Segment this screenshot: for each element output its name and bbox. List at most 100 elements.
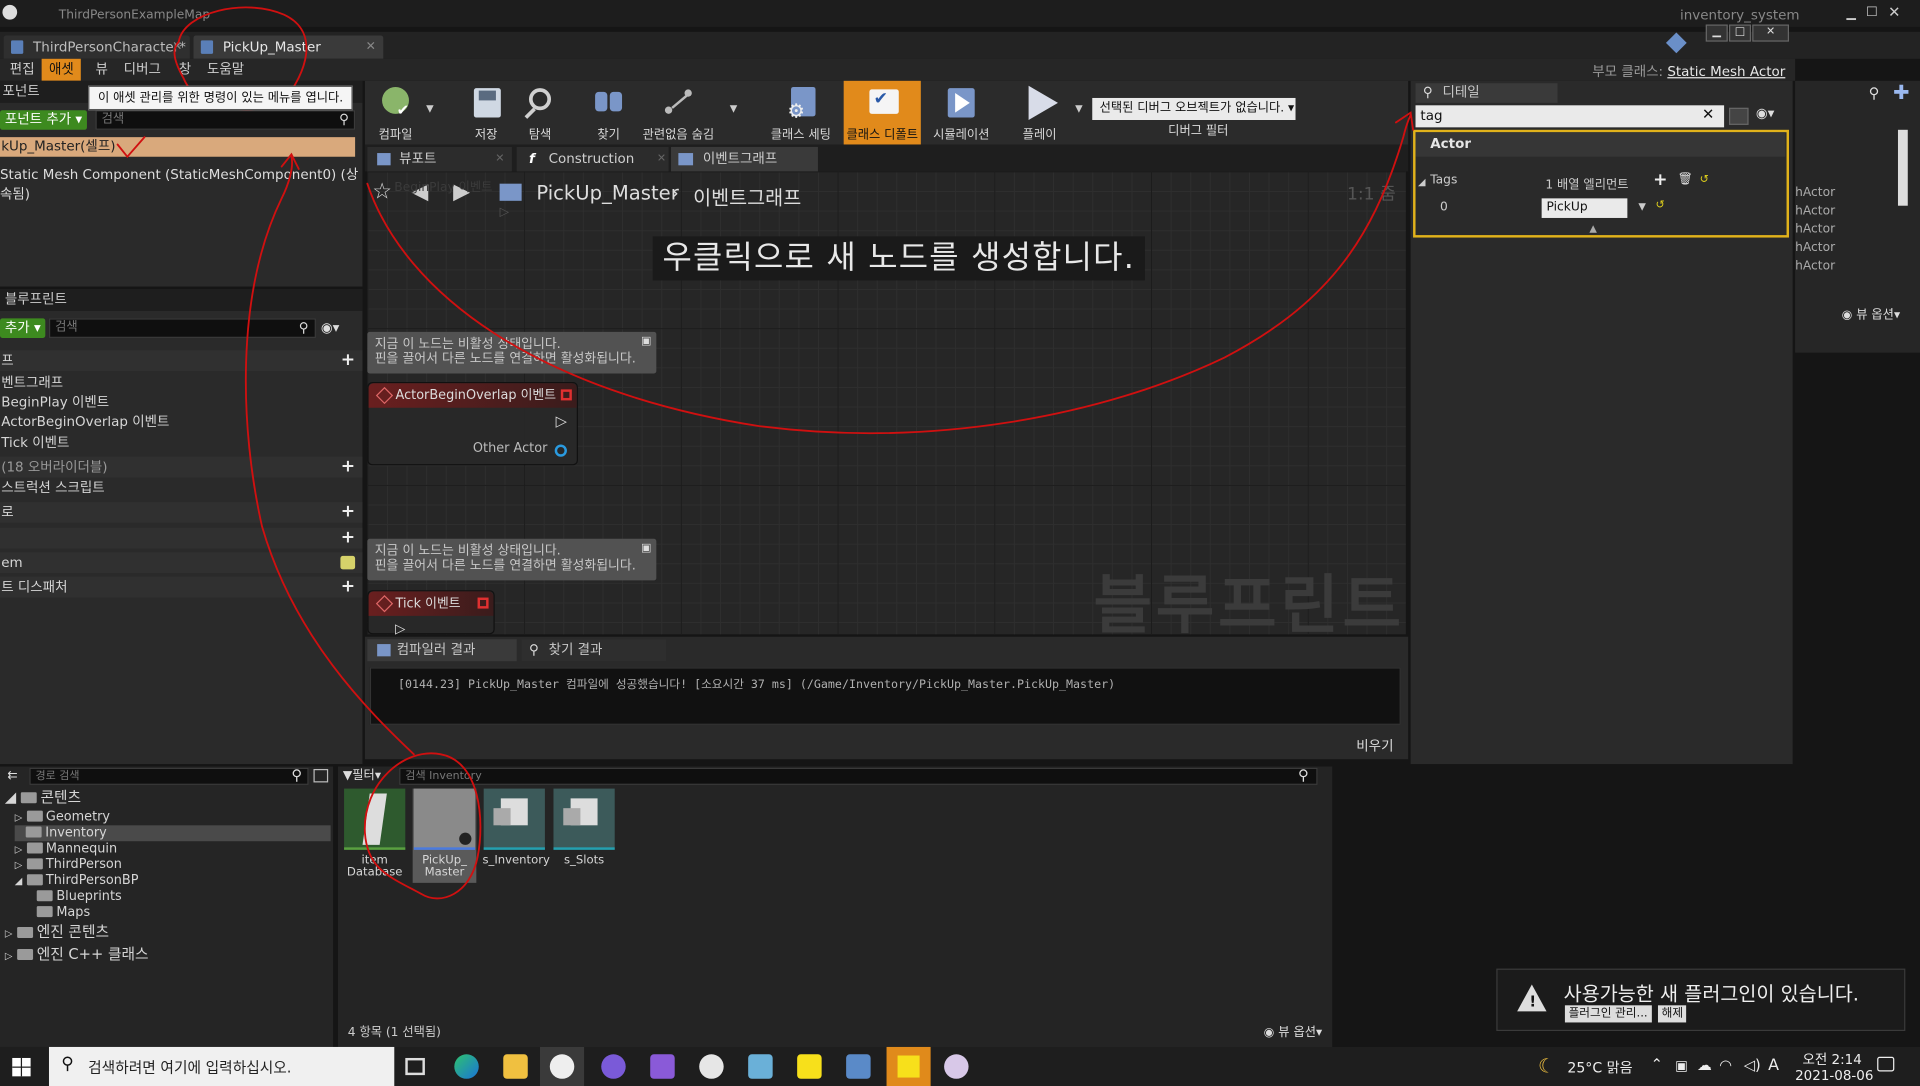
tab-close-icon[interactable]: ✕ — [172, 36, 182, 59]
play-options-chevron-icon[interactable]: ▼ — [1075, 103, 1083, 114]
window-minimize-icon[interactable]: ▁ — [1705, 24, 1728, 42]
outliner-row[interactable]: hActor — [1795, 204, 1835, 217]
add-icon[interactable]: + — [341, 529, 355, 546]
add-icon[interactable]: ✚ — [1893, 81, 1909, 104]
weather-text[interactable]: 25°C 맑음 — [1567, 1058, 1632, 1078]
browse-button[interactable]: 탐색 — [514, 81, 565, 145]
variables-section[interactable]: + — [0, 527, 363, 549]
tree-inventory[interactable]: Inventory — [14, 825, 331, 842]
windows-start-icon[interactable] — [12, 1057, 31, 1077]
simulation-button[interactable]: 시뮬레이션 — [926, 81, 997, 145]
find-button[interactable]: 찾기 — [583, 81, 634, 145]
menu-help[interactable]: 도움말 — [200, 59, 252, 81]
ime-indicator[interactable]: A — [1768, 1057, 1779, 1075]
tray-volume-icon[interactable]: ◁) — [1744, 1057, 1761, 1074]
debug-object-dropdown[interactable]: 선택된 디버그 오브젝트가 없습니다. ▾ — [1092, 97, 1296, 121]
favorite-star-icon[interactable]: ☆ — [372, 179, 392, 205]
clock-date[interactable]: 2021-08-06 — [1795, 1068, 1873, 1084]
tray-wifi-icon[interactable]: ◠ — [1719, 1057, 1732, 1074]
asset-search-input[interactable]: 검색 Inventory — [399, 767, 1318, 785]
add-icon[interactable]: + — [341, 458, 355, 475]
grid-view-icon[interactable] — [1728, 107, 1749, 125]
reset-arrow-icon[interactable]: ↺ — [1700, 174, 1709, 186]
add-icon[interactable]: + — [341, 351, 355, 368]
components-search[interactable]: 검색 — [95, 110, 356, 130]
paint3d-icon[interactable] — [944, 1054, 969, 1079]
actorbeginoverlap-row[interactable]: ActorBeginOverlap 이벤트 — [0, 413, 169, 433]
file-explorer-icon[interactable] — [503, 1054, 528, 1079]
clear-button[interactable]: 비우기 — [1356, 736, 1393, 756]
asset-s-inventory[interactable]: s_Inventory — [482, 788, 550, 867]
asset-pickup-master[interactable]: PickUp_ Master — [412, 788, 477, 883]
visual-studio-icon[interactable] — [650, 1054, 675, 1079]
window-maximize-icon[interactable]: □ — [1728, 24, 1752, 42]
tray-meet-icon[interactable]: ▣ — [1675, 1058, 1688, 1074]
exec-out-pin[interactable]: ▷ — [395, 621, 405, 637]
assets-view-options[interactable]: ◉ 뷰 옵션▾ — [1264, 1021, 1322, 1039]
asset-s-slots[interactable]: s_Slots — [552, 788, 616, 867]
tab-viewport[interactable]: 뷰포트 ✕ — [367, 146, 512, 172]
construction-script-row[interactable]: 스트럭션 스크립트 — [0, 479, 105, 499]
tab-close-icon[interactable]: ✕ — [657, 147, 666, 171]
map-tab[interactable]: ThirdPersonExampleMap — [59, 9, 210, 22]
tab-construction-script[interactable]: fConstruction Scrip✕ — [516, 146, 669, 191]
component-row-self[interactable]: kUp_Master(셀프) — [0, 137, 356, 157]
filter-button[interactable]: ▼필터▾ — [343, 768, 381, 785]
unreal-engine-icon[interactable] — [540, 1046, 585, 1086]
parent-class-link[interactable]: Static Mesh Actor — [1667, 64, 1785, 80]
clock-time[interactable]: 오전 2:14 — [1802, 1049, 1861, 1069]
menu-edit[interactable]: 편집 — [2, 59, 41, 81]
compile-options-chevron-icon[interactable]: ▼ — [426, 103, 434, 114]
scrollbar[interactable] — [1897, 129, 1908, 206]
tree-engine-content[interactable]: ▷ 엔진 콘텐츠 — [5, 923, 109, 941]
add-icon[interactable]: + — [341, 503, 355, 520]
tree-blueprints[interactable]: Blueprints — [36, 889, 122, 905]
tags-expand-icon[interactable]: ◢ — [1418, 176, 1426, 187]
tab-event-graph[interactable]: 이벤트그래프 — [671, 146, 818, 172]
actorbeginoverlap-node[interactable]: ActorBeginOverlap 이벤트 ▷ Other Actor — [367, 382, 578, 466]
dispatchers-section[interactable]: 트 디스패처 + — [0, 576, 363, 598]
compile-button[interactable]: ✔ 컴파일 — [367, 81, 423, 145]
tab-find-results[interactable]: ⚲ 찾기 결과 — [521, 639, 667, 662]
github-icon[interactable] — [601, 1054, 626, 1079]
tree-thirdpersonbp[interactable]: ◢ ThirdPersonBP — [15, 873, 139, 889]
close-icon[interactable]: ✕ — [1888, 4, 1900, 21]
macros-section[interactable]: 로 + — [0, 502, 363, 523]
menu-window[interactable]: 창 — [171, 59, 198, 81]
delegate-pin-icon[interactable] — [477, 597, 489, 609]
breadcrumb-graph[interactable]: 이벤트그래프 — [693, 181, 801, 210]
collapse-advanced-icon[interactable]: ▲ — [1589, 223, 1597, 234]
reset-arrow-icon[interactable]: ↺ — [1656, 200, 1665, 212]
other-actor-pin[interactable] — [554, 444, 567, 457]
list-view-icon[interactable] — [313, 768, 329, 783]
maximize-icon[interactable]: □ — [1866, 5, 1878, 18]
notification-center-icon[interactable] — [1877, 1056, 1895, 1072]
tick-node[interactable]: Tick 이벤트 ▷ — [367, 590, 495, 637]
path-search-input[interactable]: 경로 검색 — [29, 767, 309, 785]
add-new-button[interactable]: 추가 ▾ — [0, 318, 46, 338]
item-variable-row[interactable]: em — [0, 552, 363, 574]
search-icon[interactable]: ⚲ — [1869, 84, 1880, 101]
edge-browser-icon[interactable] — [454, 1054, 479, 1079]
outliner-row[interactable]: hActor — [1795, 186, 1835, 199]
hide-unrelated-button[interactable]: 관련없음 숨김 — [639, 81, 717, 145]
comment-pin-icon[interactable]: ▣ — [641, 541, 651, 556]
actor-section-header[interactable]: Actor — [1415, 132, 1786, 157]
outliner-view-options[interactable]: ◉ 뷰 옵션▾ — [1842, 304, 1900, 322]
event-graph-row[interactable]: 벤트그래프 — [0, 373, 63, 393]
tree-mannequin[interactable]: ▷ Mannequin — [15, 841, 117, 857]
tab-close-icon[interactable]: ✕ — [366, 36, 376, 59]
manage-plugins-button[interactable]: 플러그인 관리... — [1564, 1005, 1652, 1023]
element-options-chevron-icon[interactable]: ▼ — [1638, 201, 1646, 212]
tab-close-icon[interactable]: ✕ — [495, 147, 504, 171]
dismiss-button[interactable]: 해제 — [1657, 1005, 1687, 1023]
collapse-sources-icon[interactable]: ⇇ — [7, 769, 17, 782]
tray-chevron-icon[interactable]: ⌃ — [1651, 1056, 1663, 1073]
comment-pin-icon[interactable]: ▣ — [641, 334, 651, 349]
hide-unrelated-chevron-icon[interactable]: ▼ — [730, 103, 738, 114]
tray-network-icon[interactable]: ☁ — [1697, 1057, 1712, 1074]
notes-icon[interactable] — [748, 1054, 773, 1079]
tab-pickup-master[interactable]: PickUp_Master ✕ — [193, 35, 384, 59]
class-settings-button[interactable]: ⚙ 클래스 세팅 — [764, 81, 837, 145]
menu-asset[interactable]: 애셋 — [41, 58, 82, 81]
